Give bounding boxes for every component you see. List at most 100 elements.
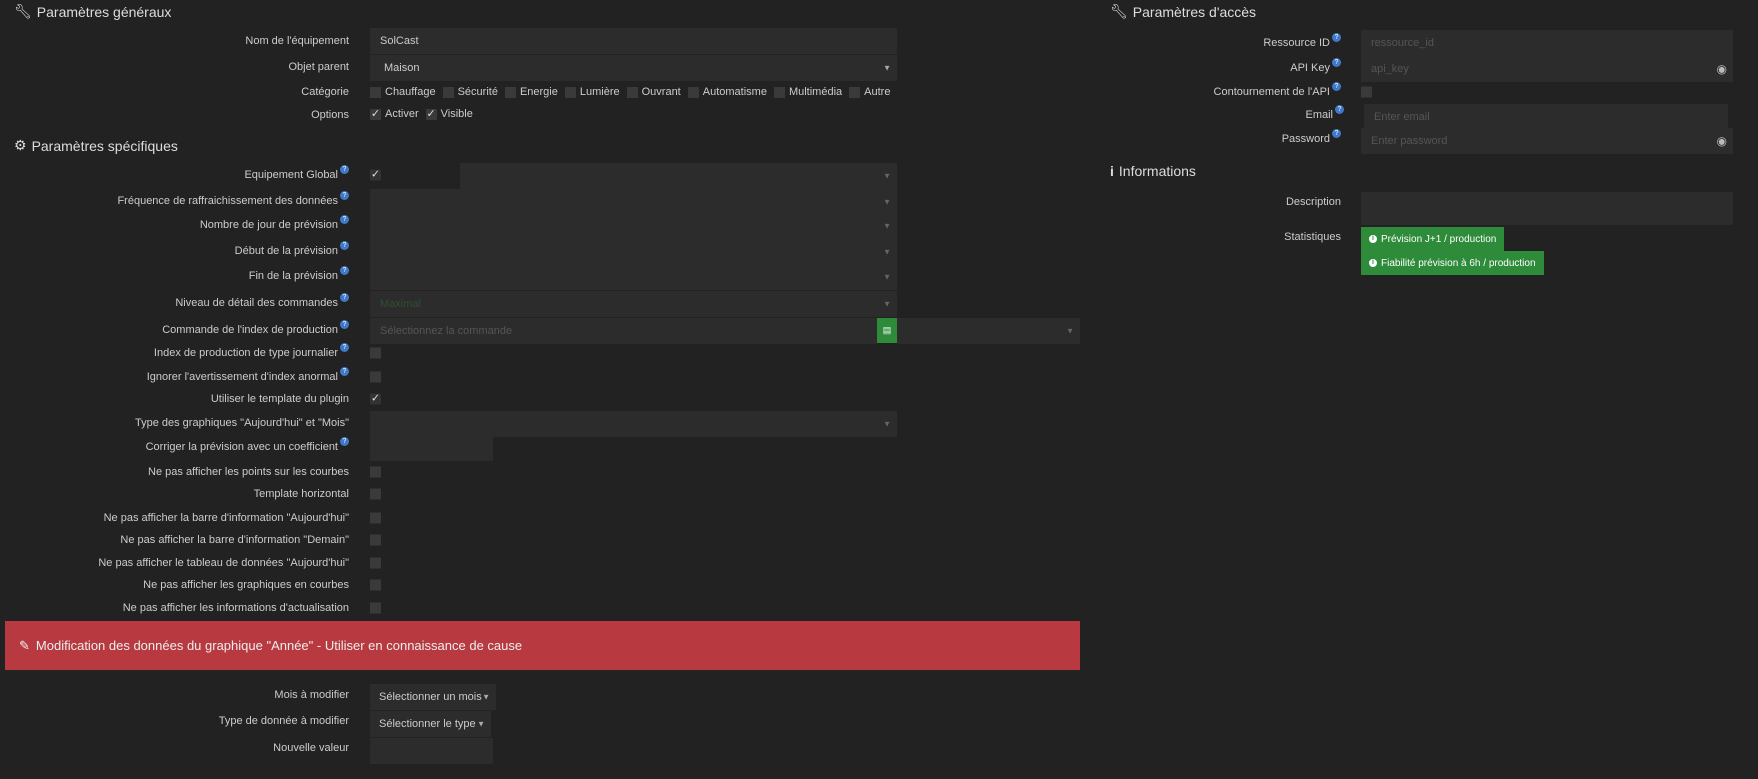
password-input[interactable]: Enter password ◉ — [1361, 128, 1733, 154]
category-label: Ouvrant — [641, 86, 681, 98]
category-checkbox[interactable] — [442, 86, 454, 98]
coefficient-input[interactable] — [370, 435, 493, 461]
setting-checkbox[interactable]: ✓ — [370, 169, 381, 181]
stats-reliability-button[interactable]: i Fiabilité prévision à 6h / production — [1361, 251, 1544, 275]
help-icon[interactable]: ? — [340, 266, 349, 275]
category-label: Chauffage — [385, 86, 436, 98]
setting-checkbox[interactable] — [370, 371, 381, 383]
command-input[interactable]: Sélectionnez la commande — [370, 318, 877, 344]
setting-label: Template horizontal — [253, 488, 349, 500]
month-select[interactable]: Sélectionner un mois ▼ — [370, 684, 496, 710]
new-value-label: Nouvelle valeur — [273, 742, 349, 754]
type-select[interactable]: Sélectionner le type ▼ — [370, 711, 491, 737]
apikey-input[interactable]: api_key ◉ — [1361, 56, 1733, 82]
category-checkbox[interactable] — [504, 86, 516, 98]
stats-forecast-button[interactable]: i Prévision J+1 / production — [1361, 227, 1505, 251]
help-icon[interactable]: ? — [340, 191, 349, 200]
category-checkbox[interactable] — [564, 86, 576, 98]
help-icon[interactable]: ? — [1332, 33, 1341, 42]
setting-checkbox[interactable] — [370, 347, 381, 359]
setting-checkbox[interactable] — [370, 557, 381, 569]
global-equipment-select[interactable]: ▼ — [460, 163, 897, 189]
setting-select[interactable]: ▼ — [370, 213, 897, 239]
category-checkbox[interactable] — [370, 86, 381, 98]
eye-icon[interactable]: ◉ — [1717, 134, 1727, 148]
category-label: Autre — [864, 86, 891, 98]
category-label: Sécurité — [457, 86, 498, 98]
category-checkbox[interactable] — [849, 86, 861, 98]
chevron-down-icon: ▼ — [482, 692, 490, 702]
new-value-input[interactable] — [370, 738, 493, 764]
help-icon[interactable]: ? — [1335, 105, 1344, 114]
setting-select[interactable]: Maximal ▼ — [370, 291, 897, 317]
setting-checkbox[interactable] — [370, 488, 381, 500]
help-icon[interactable]: ? — [340, 437, 349, 446]
setting-checkbox[interactable] — [370, 534, 381, 546]
setting-label: Index de production de type journalier? — [154, 343, 349, 359]
setting-select[interactable]: ▼ — [370, 264, 897, 290]
command-type-select[interactable]: ▼ — [897, 318, 1080, 344]
chevron-down-icon: ▼ — [883, 221, 891, 231]
info-circle-icon: i — [1369, 259, 1377, 267]
category-checkboxes: Chauffage Sécurité Energie Lumière Ouvrant Au… — [370, 86, 890, 98]
password-placeholder: Enter password — [1371, 135, 1448, 147]
chevron-down-icon: ▼ — [883, 171, 891, 181]
wrench-icon: 🔧︎ — [1110, 3, 1128, 19]
info-icon: i — [1110, 163, 1114, 179]
setting-label: Fin de la prévision? — [249, 266, 349, 282]
setting-checkbox[interactable]: ✓ — [370, 393, 381, 405]
option-checkbox[interactable]: ✓ — [370, 108, 381, 120]
help-icon[interactable]: ? — [340, 215, 349, 224]
setting-checkbox[interactable] — [370, 602, 381, 614]
help-icon[interactable]: ? — [1332, 82, 1341, 91]
setting-label: Ignorer l'avertissement d'index anormal? — [147, 367, 349, 383]
setting-select[interactable]: ▼ — [370, 189, 897, 215]
parent-value: Maison — [384, 62, 420, 74]
chevron-down-icon: ▼ — [883, 272, 891, 282]
stats-label: Statistiques — [1284, 231, 1341, 243]
help-icon[interactable]: ? — [340, 320, 349, 329]
chevron-down-icon: ▼ — [477, 719, 485, 729]
option-label: Visible — [440, 108, 473, 120]
setting-checkbox[interactable] — [370, 466, 381, 478]
help-icon[interactable]: ? — [340, 165, 349, 174]
bypass-checkbox[interactable] — [1361, 86, 1372, 98]
option-checkbox[interactable]: ✓ — [425, 108, 437, 120]
section-title: Paramètres d'accès — [1132, 3, 1257, 20]
password-label: Password? — [1282, 129, 1341, 145]
list-icon[interactable]: ▤ — [877, 318, 897, 343]
setting-select[interactable]: ▼ — [370, 411, 897, 437]
category-label: Energie — [519, 86, 558, 98]
setting-label: Ne pas afficher la barre d'information "… — [103, 512, 349, 524]
setting-checkbox[interactable] — [370, 512, 381, 524]
name-label: Nom de l'équipement — [245, 35, 349, 47]
setting-label: Ne pas afficher les informations d'actua… — [122, 602, 349, 614]
chevron-down-icon: ▼ — [1066, 326, 1074, 336]
email-input[interactable]: Enter email — [1364, 104, 1728, 130]
setting-checkbox[interactable] — [370, 579, 381, 591]
category-checkbox[interactable] — [626, 86, 638, 98]
setting-select[interactable]: ▼ — [370, 239, 897, 265]
description-textarea[interactable] — [1361, 192, 1733, 225]
resource-input[interactable]: ressource_id — [1361, 30, 1733, 56]
eye-icon[interactable]: ◉ — [1717, 62, 1727, 76]
description-label: Description — [1285, 196, 1341, 208]
category-checkbox[interactable] — [687, 86, 699, 98]
setting-label: Equipement Global? — [244, 165, 349, 181]
section-title: Informations — [1118, 163, 1196, 179]
help-icon[interactable]: ? — [340, 241, 349, 250]
help-icon[interactable]: ? — [340, 293, 349, 302]
setting-label: Corriger la prévision avec un coefficien… — [146, 437, 349, 453]
parent-select[interactable]: Maison ▼ — [370, 55, 897, 81]
help-icon[interactable]: ? — [1332, 129, 1341, 138]
help-icon[interactable]: ? — [1332, 58, 1341, 67]
help-icon[interactable]: ? — [340, 343, 349, 352]
name-input[interactable]: SolCast — [370, 28, 897, 54]
category-checkbox[interactable] — [773, 86, 785, 98]
help-icon[interactable]: ? — [340, 367, 349, 376]
resource-label: Ressource ID? — [1263, 33, 1341, 49]
button-label: Fiabilité prévision à 6h / production — [1381, 257, 1536, 269]
section-specific-header: ⚙ Paramètres spécifiques — [14, 137, 178, 154]
apikey-placeholder: api_key — [1371, 63, 1409, 75]
section-access-header: 🔧︎ Paramètres d'accès — [1110, 3, 1256, 20]
